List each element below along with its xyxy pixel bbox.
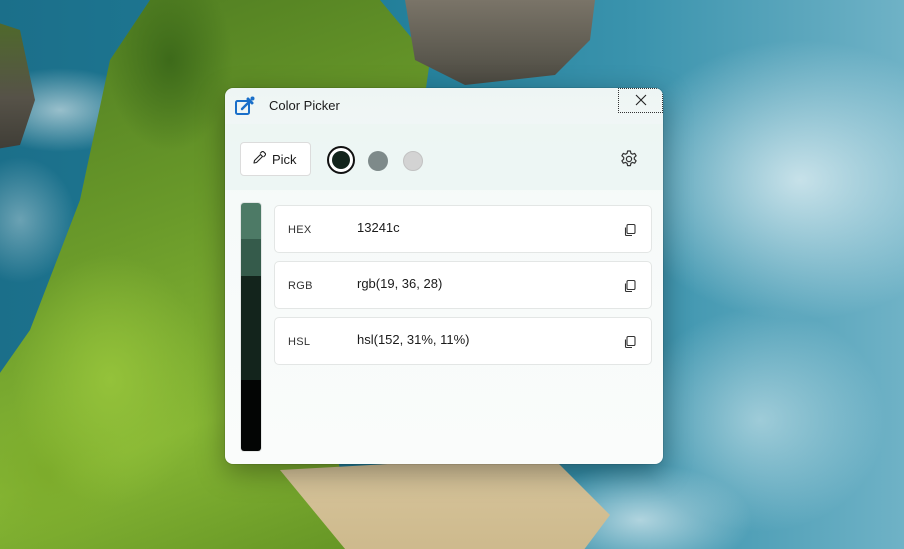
shade-swatch[interactable]	[241, 276, 261, 380]
copy-icon	[624, 335, 636, 349]
copy-hex-button[interactable]	[622, 222, 638, 238]
close-icon	[635, 91, 647, 110]
hsl-label: HSL	[288, 336, 311, 348]
color-picker-window: Color Picker Pick HEX 13241c RGB rgb(19,…	[225, 88, 663, 464]
color-shades-strip	[240, 202, 262, 452]
gear-icon	[618, 150, 640, 174]
copy-icon	[624, 279, 636, 293]
shade-swatch[interactable]	[241, 239, 261, 276]
toolbar: Pick	[225, 124, 663, 190]
color-swatch[interactable]	[368, 151, 388, 171]
close-button[interactable]	[618, 88, 663, 113]
hsl-value: hsl(152, 31%, 11%)	[357, 332, 470, 347]
color-picker-app-icon	[235, 96, 255, 116]
title-bar[interactable]: Color Picker	[225, 88, 663, 124]
pick-button[interactable]: Pick	[240, 142, 311, 176]
copy-icon	[624, 223, 636, 237]
copy-hsl-button[interactable]	[622, 334, 638, 350]
wallpaper-rock-left	[0, 20, 35, 150]
window-title: Color Picker	[269, 98, 340, 113]
color-swatch-fill	[332, 151, 350, 169]
rgb-label: RGB	[288, 280, 313, 292]
hex-value: 13241c	[357, 220, 400, 235]
settings-button[interactable]	[618, 148, 640, 170]
hsl-value-row: HSL hsl(152, 31%, 11%)	[274, 317, 652, 365]
wallpaper-rock-top	[405, 0, 595, 85]
pick-button-label: Pick	[272, 151, 297, 167]
eyedropper-icon	[252, 150, 267, 168]
hex-value-row: HEX 13241c	[274, 205, 652, 253]
rgb-value: rgb(19, 36, 28)	[357, 276, 443, 291]
shade-swatch[interactable]	[241, 380, 261, 451]
copy-rgb-button[interactable]	[622, 278, 638, 294]
hex-label: HEX	[288, 224, 312, 236]
color-swatch[interactable]	[403, 151, 423, 171]
rgb-value-row: RGB rgb(19, 36, 28)	[274, 261, 652, 309]
color-swatch-selected[interactable]	[327, 146, 355, 174]
shade-swatch[interactable]	[241, 203, 261, 239]
